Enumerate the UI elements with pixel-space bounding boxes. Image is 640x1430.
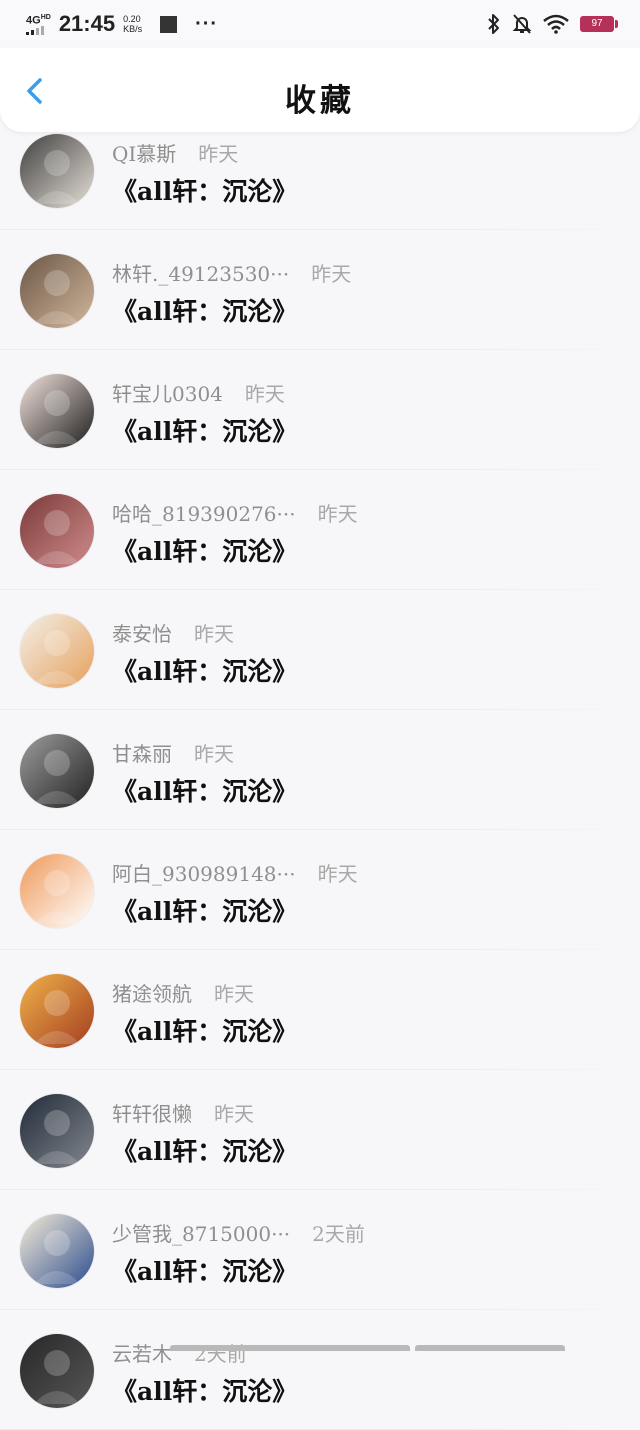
item-time: 昨天 (214, 982, 254, 1006)
item-meta: 泰安怡 昨天 (112, 618, 234, 647)
username[interactable]: 云若木 (112, 1338, 172, 1367)
item-meta: 少管我_8715000··· 2天前 (112, 1218, 365, 1247)
book-title[interactable]: 《all轩：沉沦》 (112, 412, 297, 448)
list-item[interactable]: 云若木 2天前《all轩：沉沦》 (0, 1310, 640, 1430)
item-time: 昨天 (194, 622, 234, 646)
battery-icon: 97 (580, 16, 618, 32)
username[interactable]: 阿白_930989148··· (112, 858, 296, 887)
avatar[interactable] (20, 614, 94, 688)
item-meta: 轩轩很懒 昨天 (112, 1098, 254, 1127)
status-bar: 4GHD 21:45 0.20 KB/s ··· 97 (0, 0, 640, 48)
item-meta: 猪途领航 昨天 (112, 978, 254, 1007)
item-time: 昨天 (194, 742, 234, 766)
item-time: 昨天 (311, 262, 352, 286)
item-time: 昨天 (198, 142, 239, 166)
recording-icon (160, 15, 178, 33)
item-time: 昨天 (317, 862, 358, 886)
item-meta: QI慕斯 昨天 (112, 138, 238, 167)
book-title[interactable]: 《all轩：沉沦》 (112, 772, 297, 808)
username[interactable]: 甘森丽 (112, 738, 172, 767)
item-time: 昨天 (317, 502, 358, 526)
avatar[interactable] (20, 1094, 94, 1168)
speed-value: 0.20 (123, 14, 141, 24)
list-item[interactable]: 轩轩很懒 昨天《all轩：沉沦》 (0, 1070, 640, 1190)
username[interactable]: 轩轩很懒 (112, 1098, 192, 1127)
book-title[interactable]: 《all轩：沉沦》 (112, 292, 297, 328)
avatar[interactable] (20, 1334, 94, 1408)
list-item[interactable]: 泰安怡 昨天《all轩：沉沦》 (0, 590, 640, 710)
avatar[interactable] (20, 974, 94, 1048)
avatar[interactable] (20, 854, 94, 928)
favorites-list: QI慕斯 昨天 《all轩：沉沦》 林轩._49123530··· 昨天 《all轩：沉沦… (0, 110, 640, 1430)
item-meta: 甘森丽 昨天 (112, 738, 234, 767)
list-item[interactable]: 轩宝儿0304 昨天《all轩：沉沦》 (0, 350, 640, 470)
item-meta: 哈哈_819390276··· 昨天 (112, 498, 358, 527)
mute-bell-icon (512, 14, 532, 34)
list-item[interactable]: 林轩._49123530··· 昨天 《all轩：沉沦》 (0, 230, 640, 350)
list-item[interactable]: 阿白_930989148··· 昨天 《all轩：沉沦》 (0, 830, 640, 950)
book-title[interactable]: 《all轩：沉沦》 (112, 1012, 297, 1048)
avatar[interactable] (20, 374, 94, 448)
clock: 21:45 (58, 11, 116, 36)
avatar[interactable] (20, 734, 94, 808)
list-item[interactable]: 甘森丽 昨天《all轩：沉沦》 (0, 710, 640, 830)
item-time: 2天前 (312, 1222, 365, 1246)
item-time: 2天前 (194, 1342, 247, 1366)
book-title[interactable]: 《all轩：沉沦》 (112, 532, 297, 568)
more-notifications-icon: ··· (195, 13, 219, 35)
page-title: 收藏 (285, 83, 355, 119)
username[interactable]: QI慕斯 (112, 138, 176, 167)
bluetooth-icon (488, 14, 499, 34)
list-item[interactable]: 猪途领航 昨天《all轩：沉沦》 (0, 950, 640, 1070)
username[interactable]: 轩宝儿0304 (112, 378, 223, 407)
top-navigation: 收藏 (0, 48, 640, 132)
username[interactable]: 泰安怡 (112, 618, 172, 647)
signal-icon (26, 25, 51, 36)
item-meta: 林轩._49123530··· 昨天 (112, 258, 351, 287)
book-title[interactable]: 《all轩：沉沦》 (112, 892, 297, 928)
avatar[interactable] (20, 254, 94, 328)
username[interactable]: 林轩._49123530··· (112, 258, 289, 287)
book-title[interactable]: 《all轩：沉沦》 (112, 652, 297, 688)
username[interactable]: 少管我_8715000··· (112, 1218, 290, 1247)
book-title[interactable]: 《all轩：沉沦》 (112, 1132, 297, 1168)
wifi-icon (543, 14, 569, 34)
network-label: 4GHD (26, 13, 51, 26)
bottom-indicator (170, 1345, 570, 1351)
network-hd: HD (40, 13, 51, 21)
item-time: 昨天 (244, 382, 285, 406)
avatar[interactable] (20, 1214, 94, 1288)
avatar[interactable] (20, 134, 94, 208)
avatar[interactable] (20, 494, 94, 568)
status-right: 97 (486, 13, 618, 35)
book-title[interactable]: 《all轩：沉沦》 (112, 1372, 297, 1408)
speed-unit: KB/s (123, 24, 143, 34)
item-meta: 阿白_930989148··· 昨天 (112, 858, 358, 887)
username[interactable]: 哈哈_819390276··· (112, 498, 296, 527)
item-meta: 云若木 2天前 (112, 1338, 247, 1367)
book-title[interactable]: 《all轩：沉沦》 (112, 1252, 297, 1288)
item-meta: 轩宝儿0304 昨天 (112, 378, 285, 407)
network-indicator: 4GHD (26, 13, 51, 36)
book-title[interactable]: 《all轩：沉沦》 (112, 172, 297, 208)
list-item[interactable]: 哈哈_819390276··· 昨天 《all轩：沉沦》 (0, 470, 640, 590)
network-speed: 0.20 KB/s (123, 14, 142, 34)
item-time: 昨天 (214, 1102, 254, 1126)
list-item[interactable]: 少管我_8715000··· 2天前 《all轩：沉沦》 (0, 1190, 640, 1310)
username[interactable]: 猪途领航 (112, 978, 192, 1007)
